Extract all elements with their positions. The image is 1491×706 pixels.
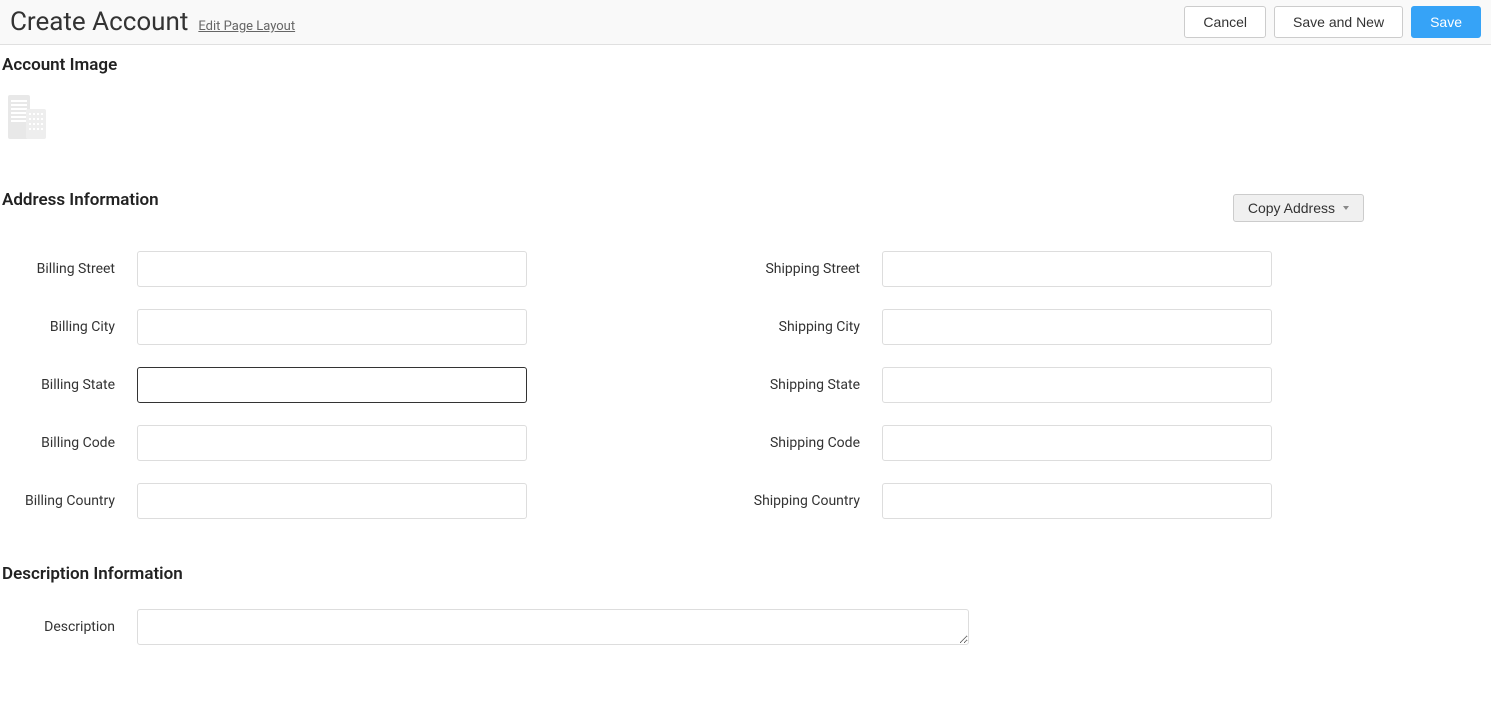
shipping-code-row: Shipping Code bbox=[747, 425, 1272, 461]
description-textarea[interactable] bbox=[137, 609, 969, 645]
billing-street-row: Billing Street bbox=[2, 251, 527, 287]
page-title: Create Account bbox=[10, 7, 188, 37]
billing-city-input[interactable] bbox=[137, 309, 527, 345]
address-grid: Billing Street Billing City Billing Stat… bbox=[2, 251, 1489, 519]
shipping-street-input[interactable] bbox=[882, 251, 1272, 287]
page-header: Create Account Edit Page Layout Cancel S… bbox=[0, 0, 1491, 45]
shipping-code-input[interactable] bbox=[882, 425, 1272, 461]
account-image-title: Account Image bbox=[2, 55, 1489, 75]
description-section-title: Description Information bbox=[2, 564, 1489, 584]
header-actions: Cancel Save and New Save bbox=[1184, 6, 1481, 38]
billing-city-label: Billing City bbox=[2, 319, 137, 335]
content: Account Image bbox=[0, 45, 1491, 700]
address-section-header: Address Information Copy Address bbox=[2, 190, 1489, 226]
billing-state-row: Billing State bbox=[2, 367, 527, 403]
billing-code-row: Billing Code bbox=[2, 425, 527, 461]
chevron-down-icon bbox=[1343, 206, 1349, 210]
copy-address-button[interactable]: Copy Address bbox=[1233, 194, 1364, 222]
description-row: Description bbox=[2, 609, 1489, 645]
header-left: Create Account Edit Page Layout bbox=[10, 7, 295, 37]
edit-page-layout-link[interactable]: Edit Page Layout bbox=[198, 19, 295, 34]
billing-column: Billing Street Billing City Billing Stat… bbox=[2, 251, 527, 519]
billing-country-input[interactable] bbox=[137, 483, 527, 519]
address-information-section: Address Information Copy Address Billing… bbox=[2, 190, 1489, 519]
shipping-column: Shipping Street Shipping City Shipping S… bbox=[747, 251, 1272, 519]
billing-state-input[interactable] bbox=[137, 367, 527, 403]
billing-street-label: Billing Street bbox=[2, 261, 137, 277]
billing-code-label: Billing Code bbox=[2, 435, 137, 451]
description-label: Description bbox=[2, 619, 137, 635]
building-icon[interactable] bbox=[6, 91, 1489, 145]
shipping-city-row: Shipping City bbox=[747, 309, 1272, 345]
shipping-state-input[interactable] bbox=[882, 367, 1272, 403]
billing-country-row: Billing Country bbox=[2, 483, 527, 519]
shipping-city-label: Shipping City bbox=[747, 319, 882, 335]
save-and-new-button[interactable]: Save and New bbox=[1274, 6, 1403, 38]
account-image-section: Account Image bbox=[2, 55, 1489, 145]
shipping-street-label: Shipping Street bbox=[747, 261, 882, 277]
shipping-country-label: Shipping Country bbox=[747, 493, 882, 509]
shipping-country-input[interactable] bbox=[882, 483, 1272, 519]
billing-street-input[interactable] bbox=[137, 251, 527, 287]
billing-country-label: Billing Country bbox=[2, 493, 137, 509]
shipping-state-row: Shipping State bbox=[747, 367, 1272, 403]
billing-city-row: Billing City bbox=[2, 309, 527, 345]
description-information-section: Description Information Description bbox=[2, 564, 1489, 645]
address-section-title: Address Information bbox=[2, 190, 159, 210]
copy-address-label: Copy Address bbox=[1248, 200, 1335, 216]
shipping-state-label: Shipping State bbox=[747, 377, 882, 393]
shipping-street-row: Shipping Street bbox=[747, 251, 1272, 287]
shipping-city-input[interactable] bbox=[882, 309, 1272, 345]
shipping-country-row: Shipping Country bbox=[747, 483, 1272, 519]
billing-state-label: Billing State bbox=[2, 377, 137, 393]
cancel-button[interactable]: Cancel bbox=[1184, 6, 1266, 38]
billing-code-input[interactable] bbox=[137, 425, 527, 461]
save-button[interactable]: Save bbox=[1411, 6, 1481, 38]
shipping-code-label: Shipping Code bbox=[747, 435, 882, 451]
